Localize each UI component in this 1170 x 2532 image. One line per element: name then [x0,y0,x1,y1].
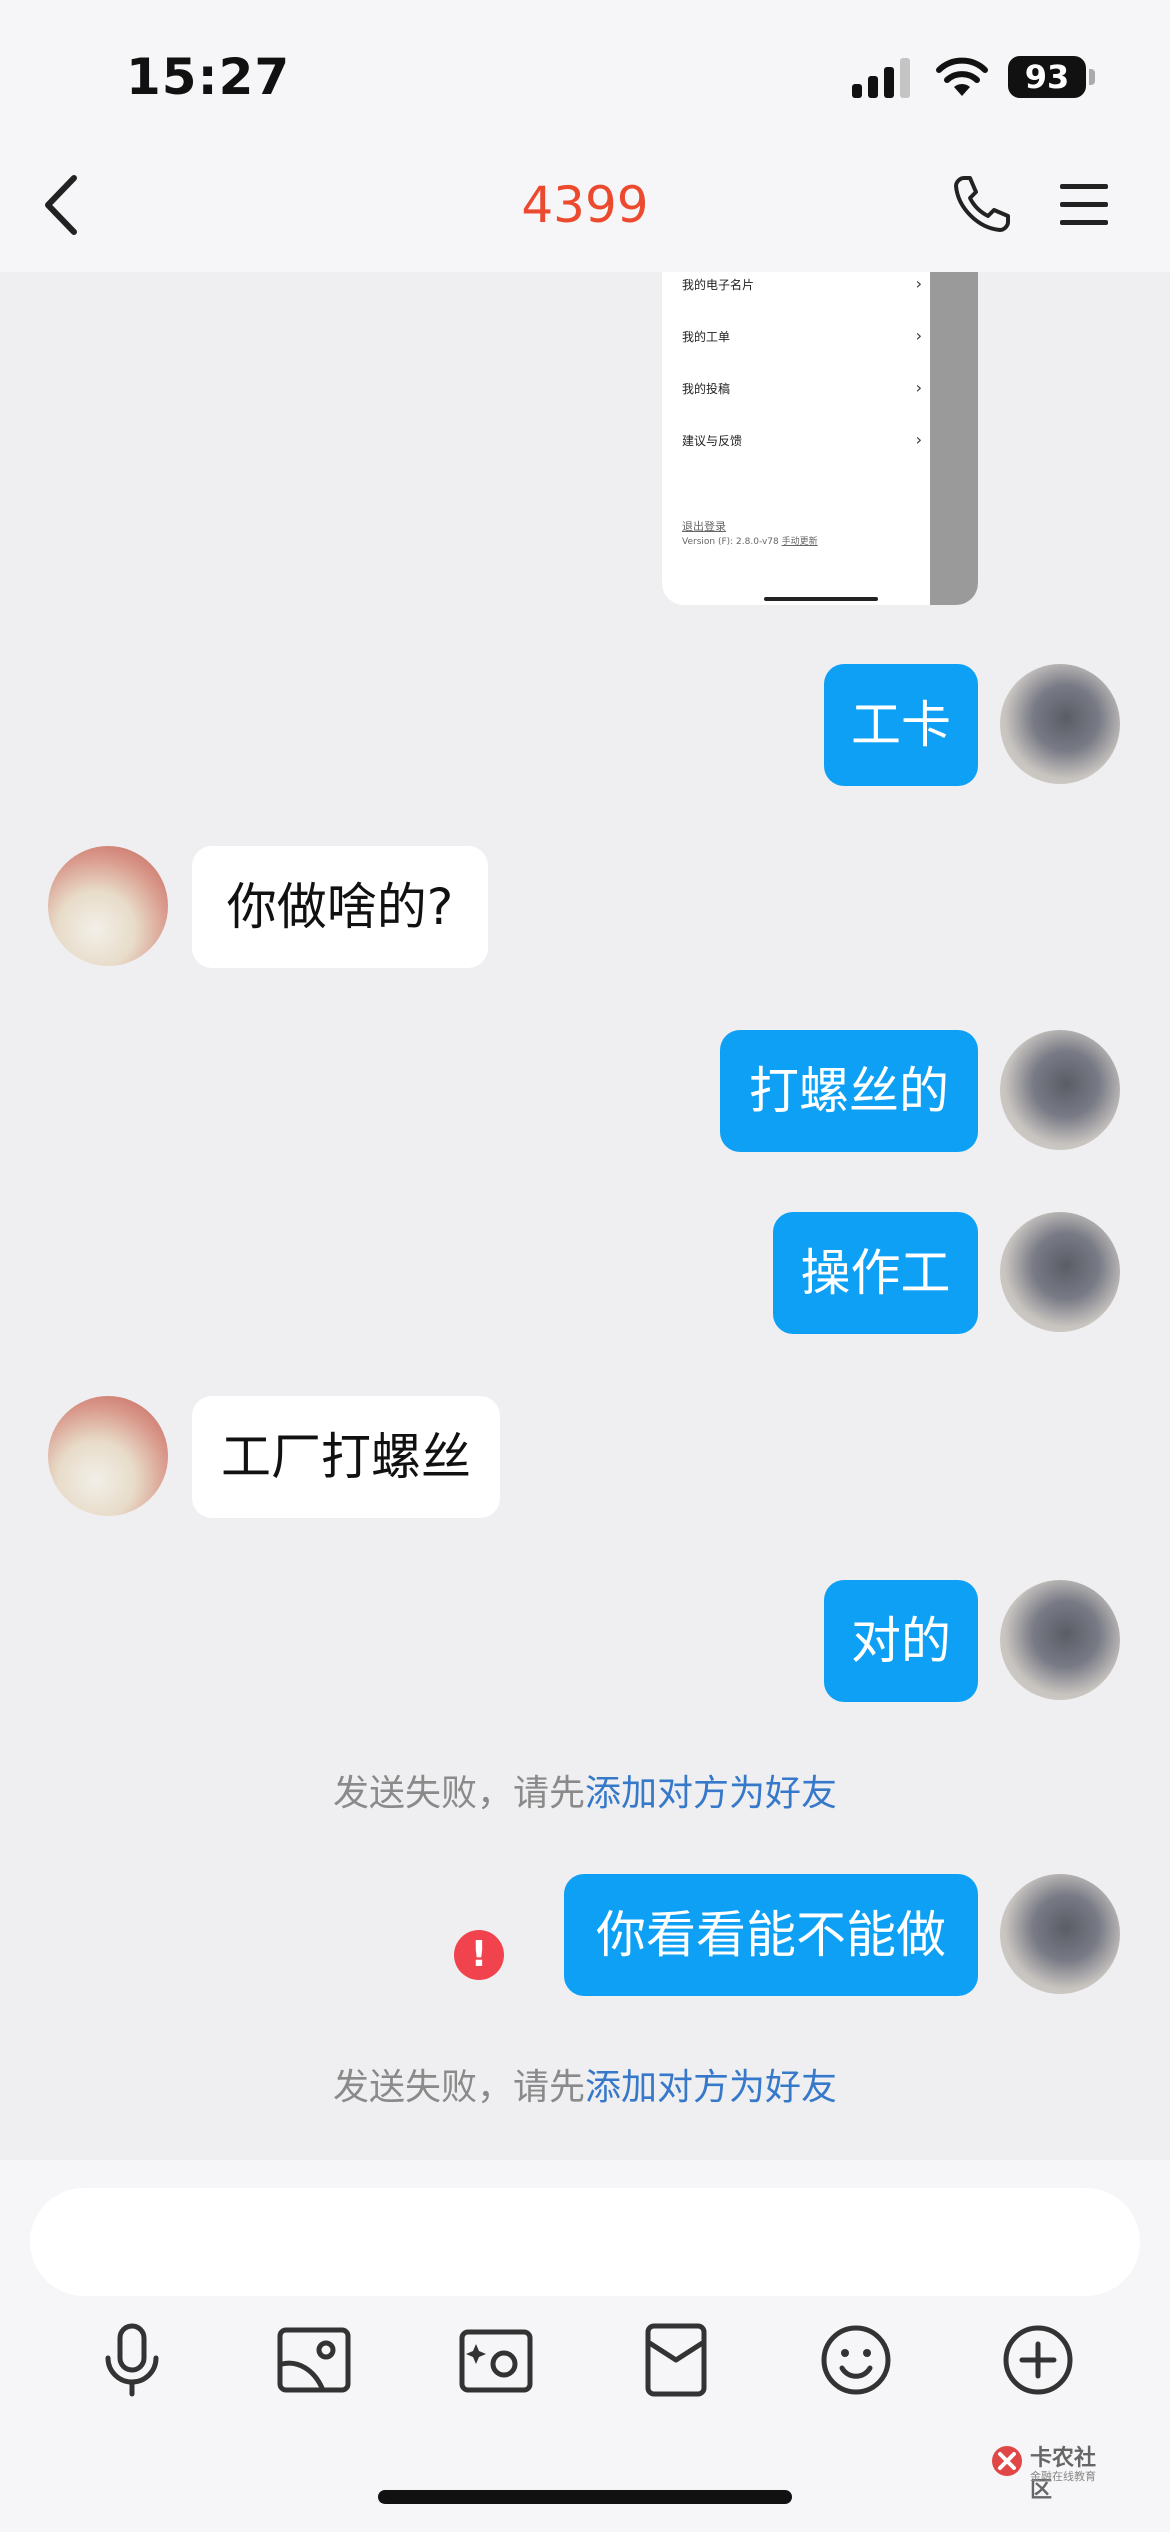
contact-avatar[interactable] [48,1396,168,1516]
top-bar: 15:27 93 4399 [0,0,1170,272]
add-friend-link[interactable]: 添加对方为好友 [585,2067,837,2108]
red-packet-icon[interactable] [636,2320,716,2400]
send-failed-icon[interactable]: ! [454,1930,504,1980]
my-avatar[interactable] [1000,1212,1120,1332]
camera-icon[interactable] [456,2320,536,2400]
watermark: 卡农社区 金融在线教育 [990,2440,1110,2503]
image-message-thumbnail[interactable]: 我的电子名片 › 我的工单 › 我的投稿 › 建议与反馈 › 退出登录 Version … [662,272,978,605]
message-bubble-sent[interactable]: 操作工 [773,1212,978,1334]
watermark-logo-icon [992,2446,1022,2476]
message-bubble-sent[interactable]: 打螺丝的 [720,1030,978,1152]
thumbnail-side-panel [930,272,978,605]
message-bubble-sent[interactable]: 工卡 [824,664,978,786]
my-avatar[interactable] [1000,664,1120,784]
thumbnail-logout: 退出登录 [682,520,726,533]
cellular-signal-icon [852,58,910,98]
plus-icon[interactable] [998,2320,1078,2400]
battery-indicator: 93 [1008,56,1086,98]
emoji-icon[interactable] [816,2320,896,2400]
battery-tip [1089,69,1095,85]
thumbnail-row: 我的电子名片 › [682,274,922,293]
image-icon[interactable] [274,2320,354,2400]
my-avatar[interactable] [1000,1874,1120,1994]
message-bubble-received[interactable]: 你做啥的? [192,846,488,968]
status-time: 15:27 [126,48,291,106]
contact-avatar[interactable] [48,846,168,966]
thumbnail-version: Version (F): 2.8.0-v78 手动更新 [682,537,818,547]
menu-icon[interactable] [1058,180,1110,230]
wifi-icon [936,57,988,96]
my-avatar[interactable] [1000,1580,1120,1700]
send-failed-notice: 发送失败，请先添加对方为好友 [332,1773,838,1814]
home-indicator [378,2490,792,2504]
thumbnail-row: 我的投稿 › [682,378,922,397]
phone-call-icon[interactable] [950,172,1014,236]
thumbnail-row: 建议与反馈 › [682,430,922,449]
send-failed-notice: 发送失败，请先添加对方为好友 [332,2067,838,2108]
mic-icon[interactable] [92,2320,172,2400]
add-friend-link[interactable]: 添加对方为好友 [585,1773,837,1814]
thumbnail-row: 我的工单 › [682,326,922,345]
thumbnail-home-bar [764,597,878,601]
message-bubble-sent[interactable]: 你看看能不能做 [564,1874,978,1996]
my-avatar[interactable] [1000,1030,1120,1150]
watermark-sub: 金融在线教育 [1030,2470,1096,2483]
message-bubble-received[interactable]: 工厂打螺丝 [192,1396,500,1518]
message-bubble-sent[interactable]: 对的 [824,1580,978,1702]
message-input[interactable] [30,2188,1140,2296]
